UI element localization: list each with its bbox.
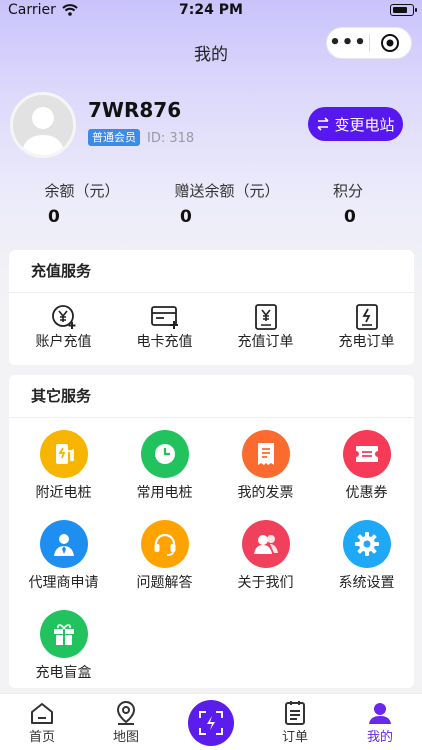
status-bar: Carrier 7:24 PM (0, 0, 422, 22)
receipt-icon (257, 443, 274, 465)
faq-item[interactable]: 问题解答 (114, 520, 215, 592)
recharge-orders-item[interactable]: 充值订单 (215, 303, 316, 351)
balance-stat[interactable]: 余额（元） 0 (30, 180, 134, 227)
user-name: 7WR876 (88, 98, 182, 122)
other-services-card: 其它服务 附近电桩 常用电桩 我的发票 优惠券 代理商申请 问题解答 关于我们 … (9, 375, 414, 688)
coupon-icon (355, 446, 378, 462)
scan-icon (199, 711, 223, 735)
card-recharge-item[interactable]: 电卡充值 (114, 303, 215, 351)
users-icon (253, 535, 278, 554)
mini-program-capsule: ••• (326, 27, 412, 59)
tab-map[interactable]: 地图 (84, 700, 168, 745)
switch-station-label: 变更电站 (334, 115, 395, 134)
yen-doc-icon (254, 304, 277, 330)
avatar[interactable] (10, 92, 76, 158)
coupons-item[interactable]: 优惠券 (316, 430, 417, 502)
points-stat[interactable]: 积分 0 (328, 180, 368, 227)
user-id-value: 318 (169, 131, 195, 146)
home-icon (31, 703, 53, 724)
nearby-stations-item[interactable]: 附近电桩 (13, 430, 114, 502)
my-invoices-item[interactable]: 我的发票 (215, 430, 316, 502)
system-settings-item[interactable]: 系统设置 (316, 520, 417, 592)
default-avatar-icon (21, 107, 65, 155)
agent-application-item[interactable]: 代理商申请 (13, 520, 114, 592)
account-recharge-item[interactable]: 账户充值 (13, 303, 114, 351)
more-button[interactable]: ••• (327, 34, 369, 52)
charging-station-icon (55, 444, 74, 464)
scan-charge-button[interactable] (188, 700, 234, 746)
bonus-balance-stat[interactable]: 赠送余额（元） 0 (162, 180, 292, 227)
user-id: ID: 318 (147, 131, 194, 146)
target-icon (381, 34, 400, 52)
recharge-services-title: 充值服务 (9, 250, 414, 293)
member-badge: 普通会员 (88, 129, 140, 146)
user-id-label: ID: (147, 131, 166, 146)
gear-icon (354, 532, 379, 556)
other-services-title: 其它服务 (9, 375, 414, 418)
blind-box-item[interactable]: 充电盲盒 (13, 610, 114, 682)
headset-icon (154, 533, 175, 556)
order-icon (285, 701, 305, 725)
switch-station-button[interactable]: 变更电站 (308, 107, 403, 141)
gift-icon (53, 624, 74, 645)
about-us-item[interactable]: 关于我们 (215, 520, 316, 592)
charging-orders-item[interactable]: 充电订单 (316, 303, 417, 351)
clock-icon (154, 444, 175, 464)
swap-icon (317, 117, 330, 131)
tab-orders[interactable]: 订单 (253, 700, 337, 745)
account-stats: 余额（元） 0 赠送余额（元） 0 积分 0 (0, 180, 422, 230)
tab-mine[interactable]: 我的 (338, 700, 422, 745)
agent-icon (53, 534, 74, 556)
map-pin-icon (116, 700, 136, 725)
battery-icon (390, 4, 417, 16)
tab-home[interactable]: 首页 (0, 700, 84, 745)
close-button[interactable] (370, 33, 411, 53)
recharge-services-card: 充值服务 账户充值 电卡充值 充值订单 充电订单 (9, 250, 414, 365)
card-plus-icon (150, 306, 178, 329)
status-time: 7:24 PM (179, 2, 243, 18)
user-icon (369, 703, 391, 724)
charge-doc-icon (355, 304, 378, 330)
frequent-stations-item[interactable]: 常用电桩 (114, 430, 215, 502)
yen-plus-icon (51, 305, 75, 329)
